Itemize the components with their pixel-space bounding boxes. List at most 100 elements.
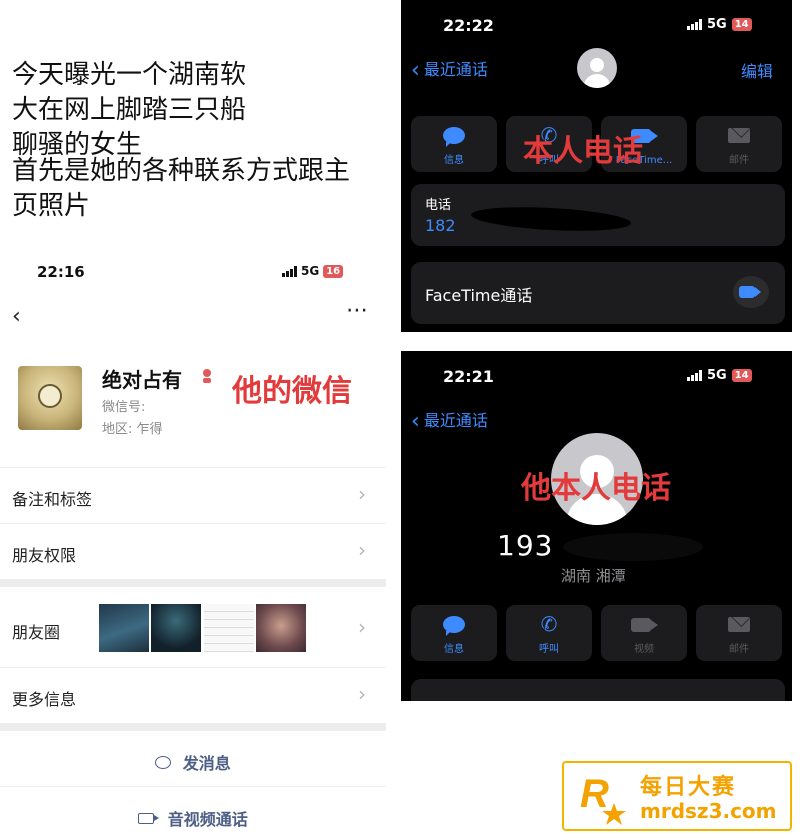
phone-icon: ✆ xyxy=(540,612,558,636)
row-more-info[interactable]: 更多信息 › xyxy=(0,667,386,723)
back-chevron-icon: ‹ xyxy=(411,409,420,434)
battery-icon: 14 xyxy=(731,18,752,31)
av-call-button[interactable]: 音视频通话 xyxy=(0,806,386,830)
moments-thumbnail[interactable] xyxy=(256,604,306,652)
gender-icon xyxy=(203,369,211,383)
battery-icon: 16 xyxy=(323,264,344,278)
back-label: 最近通话 xyxy=(423,60,488,79)
wechat-region: 地区: 乍得 xyxy=(102,418,163,437)
network-label: 5G xyxy=(707,368,727,383)
watermark-logo: R xyxy=(576,769,628,827)
back-button[interactable]: ‹ 最近通话 xyxy=(411,56,488,83)
signal-icon xyxy=(687,19,702,30)
contact-card-screen: 22:22 5G 14 ‹ 最近通话 编辑 信息 ✆ 呼叫 FaceTime...… xyxy=(401,0,792,332)
back-label: 最近通话 xyxy=(423,411,488,430)
facetime-row-label: FaceTime通话 xyxy=(425,286,533,305)
av-call-label: 音视频通话 xyxy=(167,810,248,829)
call-button[interactable]: ✆ 呼叫 xyxy=(506,605,592,661)
battery-icon: 14 xyxy=(731,369,752,382)
back-chevron-icon[interactable]: ‹ xyxy=(12,304,21,329)
wechat-nav-bar: ‹ ⋯ xyxy=(0,298,386,332)
chat-bubble-icon xyxy=(155,755,172,769)
intro-line: 大在网上脚踏三只船 xyxy=(12,95,247,125)
row-label: 朋友圈 xyxy=(12,623,61,642)
intro-text: 今天曝光一个湖南软 大在网上脚踏三只船 聊骚的女生 首先是她的各种联系方式跟主 … xyxy=(12,58,392,224)
intro-line: 首先是她的各种联系方式跟主 xyxy=(12,156,351,186)
chevron-right-icon: › xyxy=(358,615,366,639)
row-label: 朋友权限 xyxy=(12,546,77,565)
row-remark[interactable]: 备注和标签 › xyxy=(0,467,386,523)
moments-thumbnail[interactable] xyxy=(99,604,149,652)
annotation-phone: 他本人电话 xyxy=(521,471,671,506)
call-label: 呼叫 xyxy=(539,644,559,655)
chevron-right-icon: › xyxy=(358,538,366,562)
region-label: 地区: xyxy=(102,422,133,437)
more-dots-icon[interactable]: ⋯ xyxy=(346,298,369,323)
message-icon xyxy=(443,127,465,147)
intro-line: 今天曝光一个湖南软 xyxy=(12,60,247,90)
mail-label: 邮件 xyxy=(729,644,749,655)
send-message-button[interactable]: 发消息 xyxy=(0,750,386,774)
status-time: 22:16 xyxy=(37,263,85,281)
avatar-face xyxy=(38,384,62,408)
chevron-right-icon: › xyxy=(358,682,366,706)
caller-location: 湖南 湘潭 xyxy=(561,567,626,585)
mail-icon xyxy=(728,617,750,632)
region-value: 乍得 xyxy=(136,422,163,437)
message-icon xyxy=(443,616,465,636)
redaction-mark xyxy=(563,533,703,561)
phone-number-card[interactable]: 电话 182 xyxy=(411,184,785,246)
watermark-title: 每日大赛 xyxy=(640,775,737,800)
avatar[interactable] xyxy=(18,366,82,430)
message-button[interactable]: 信息 xyxy=(411,605,497,661)
action-divider xyxy=(0,786,386,787)
section-divider xyxy=(0,723,386,731)
caller-number: 193 xyxy=(497,529,554,562)
row-permissions[interactable]: 朋友权限 › xyxy=(0,523,386,579)
status-time: 22:21 xyxy=(443,367,494,386)
watermark-url: mrdsz3.com xyxy=(640,799,777,823)
back-button[interactable]: ‹ 最近通话 xyxy=(411,407,488,434)
section-divider xyxy=(0,579,386,587)
facetime-row[interactable]: FaceTime通话 xyxy=(411,262,785,324)
video-label: 视频 xyxy=(634,644,654,655)
wechat-status-bar: 22:16 5G 16 xyxy=(0,258,386,288)
mail-button[interactable]: 邮件 xyxy=(696,116,782,172)
row-label: 备注和标签 xyxy=(12,490,93,509)
send-message-label: 发消息 xyxy=(182,754,231,773)
signal-icon xyxy=(687,370,702,381)
chevron-right-icon: › xyxy=(358,482,366,506)
phone-value[interactable]: 182 xyxy=(425,216,456,235)
message-label: 信息 xyxy=(444,644,464,655)
person-icon xyxy=(577,48,617,88)
wechat-id: 微信号: xyxy=(102,400,146,415)
annotation-phone: 本人电话 xyxy=(523,134,643,169)
intro-line: 页照片 xyxy=(12,191,91,221)
video-camera-icon xyxy=(739,286,761,298)
signal-icon xyxy=(282,265,297,277)
annotation-wechat: 他的微信 xyxy=(232,374,352,409)
facetime-video-button[interactable] xyxy=(733,276,769,308)
message-button[interactable]: 信息 xyxy=(411,116,497,172)
status-time: 22:22 xyxy=(443,16,494,35)
redaction-mark xyxy=(470,203,632,235)
mail-button[interactable]: 邮件 xyxy=(696,605,782,661)
back-chevron-icon: ‹ xyxy=(411,58,420,83)
logo-letter: R xyxy=(580,772,609,816)
row-label: 更多信息 xyxy=(12,690,77,709)
network-label: 5G xyxy=(707,17,727,32)
moments-thumbnail[interactable] xyxy=(204,604,254,652)
video-camera-icon xyxy=(631,618,658,632)
edit-button[interactable]: 编辑 xyxy=(741,58,773,82)
moments-thumbnail[interactable] xyxy=(151,604,201,652)
phone-label: 电话 xyxy=(425,198,452,213)
mail-icon xyxy=(728,128,750,143)
video-camera-icon xyxy=(138,812,160,824)
recent-call-screen: 22:21 5G 14 ‹ 最近通话 他本人电话 193 湖南 湘潭 信息 ✆ 呼… xyxy=(401,351,792,701)
info-card xyxy=(411,679,785,701)
message-label: 信息 xyxy=(444,155,464,166)
mail-label: 邮件 xyxy=(729,155,749,166)
watermark: R 每日大赛 mrdsz3.com xyxy=(562,761,792,831)
profile-nickname: 绝对占有 xyxy=(102,368,182,392)
video-button[interactable]: 视频 xyxy=(601,605,687,661)
